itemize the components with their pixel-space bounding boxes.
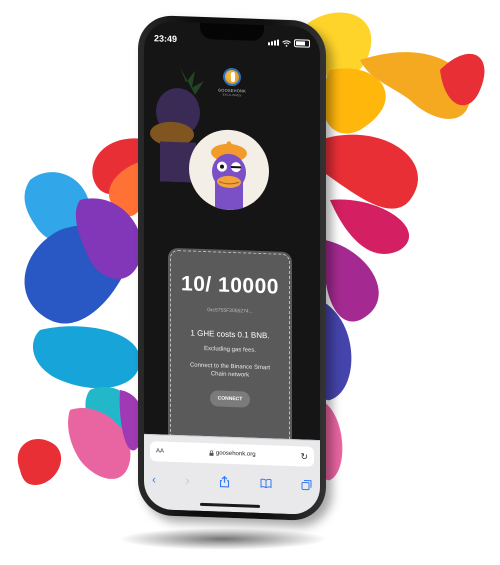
tabs-icon[interactable] bbox=[301, 479, 312, 490]
mint-counter: 10/ 10000 bbox=[181, 272, 279, 299]
wifi-icon bbox=[282, 39, 291, 47]
phone-shadow bbox=[118, 528, 328, 550]
battery-icon bbox=[294, 39, 310, 48]
reload-icon[interactable]: ↻ bbox=[300, 451, 308, 462]
gas-fee-note: Excluding gas fees. bbox=[203, 346, 257, 354]
mint-card: 10/ 10000 0xc5755F3055274... 1 GHE costs… bbox=[168, 247, 292, 453]
address-bar[interactable]: AA goosehonk.org ↻ bbox=[150, 441, 314, 467]
safari-bottom-bar: AA goosehonk.org ↻ ‹ › bbox=[144, 433, 320, 516]
bookmarks-icon[interactable] bbox=[260, 478, 272, 489]
lock-icon bbox=[209, 450, 214, 456]
cellular-signal-icon bbox=[268, 39, 279, 46]
phone-device: 23:49 GOOSEHONK EXCLUSIVES 10/ 10000 0xc… bbox=[138, 14, 326, 522]
home-indicator bbox=[200, 502, 260, 508]
contract-address: 0xc5755F3055274... bbox=[207, 307, 253, 315]
connect-button[interactable]: CONNECT bbox=[209, 390, 251, 408]
phone-screen: 23:49 GOOSEHONK EXCLUSIVES 10/ 10000 0xc… bbox=[144, 20, 320, 516]
forward-icon[interactable]: › bbox=[186, 473, 190, 487]
site-logo[interactable]: GOOSEHONK EXCLUSIVES bbox=[212, 67, 252, 97]
status-bar: 23:49 bbox=[154, 32, 310, 49]
text-size-button[interactable]: AA bbox=[156, 448, 164, 454]
network-instruction: Connect to the Binance Smart Chain netwo… bbox=[189, 362, 271, 379]
back-icon[interactable]: ‹ bbox=[152, 472, 156, 486]
url-text: goosehonk.org bbox=[215, 450, 256, 458]
share-icon[interactable] bbox=[219, 475, 230, 488]
browser-toolbar: ‹ › bbox=[152, 469, 312, 495]
duck-nft-avatar bbox=[189, 128, 269, 212]
goosehonk-logo-icon bbox=[223, 67, 241, 87]
price-text: 1 GHE costs 0.1 BNB. bbox=[190, 328, 270, 341]
status-time: 23:49 bbox=[154, 33, 178, 45]
